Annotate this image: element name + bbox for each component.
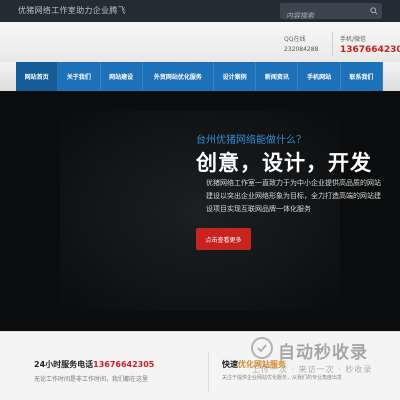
- nav-item-home[interactable]: 网站首页: [16, 62, 59, 91]
- nav-item-news[interactable]: 新闻资讯: [256, 62, 299, 91]
- qq-number: 232084288: [284, 46, 319, 53]
- nav-item-mobile-site[interactable]: 手机网站: [298, 62, 341, 91]
- promo-text: 关注于提供企业网站优化服务，从我们的专业角度出发: [222, 375, 343, 381]
- strip-divider: [208, 352, 209, 392]
- nav-item-seo-service[interactable]: 外贸网站优化服务: [143, 62, 214, 91]
- hotline-note: 无论工作时间是非工作时间，我们都在这里: [34, 376, 149, 383]
- promo-heading-b: 优化网站服务: [238, 360, 286, 369]
- hero-description: 优猪网络工作室一直致力于为中小企业提供高品质的网站建设以突出企业网络形象为目标，…: [206, 179, 381, 213]
- nav-item-web-building[interactable]: 网站建设: [101, 62, 143, 91]
- nav-item-contact[interactable]: 联系我们: [341, 62, 384, 91]
- phone-number: 13676642305: [340, 45, 400, 55]
- header-divider: [332, 32, 333, 56]
- qq-contact[interactable]: QQ在线 232084288: [284, 34, 318, 53]
- qq-label: QQ在线: [284, 36, 306, 43]
- phone-contact: 手机/微信 13676642305: [340, 34, 400, 55]
- hotline-label: 24小时服务电话: [34, 360, 94, 369]
- nav-item-about[interactable]: 关于我们: [58, 62, 101, 91]
- top-bar: 优猪网络工作室助力企业腾飞: [0, 0, 400, 24]
- main-nav: 网站首页 关于我们 网站建设 外贸网站优化服务 设计案例 新闻资讯 手机网站 联…: [16, 62, 384, 91]
- search-box[interactable]: [280, 3, 382, 24]
- nav-item-cases[interactable]: 设计案例: [214, 62, 257, 91]
- hero-banner: 台州优猪网络能做什么？ 创意，设计，开发 优猪网络工作室一直致力于为中小企业提供…: [0, 91, 400, 331]
- hero-headline: 创意，设计，开发: [196, 151, 372, 175]
- site-header: QQ在线 232084288 手机/微信 13676642305: [0, 22, 400, 62]
- hotline-number[interactable]: 13676642305: [93, 360, 154, 369]
- hotline-heading: 24小时服务电话13676642305: [34, 359, 154, 370]
- phone-label: 手机/微信: [340, 36, 367, 43]
- logo[interactable]: [16, 26, 136, 58]
- hero-question: 台州优猪网络能做什么？: [196, 135, 306, 146]
- promo-heading: 快速优化网站服务: [222, 359, 286, 370]
- contact-strip: 24小时服务电话13676642305 无论工作时间是非工作时间，我们都在这里 …: [0, 331, 400, 400]
- search-icon[interactable]: [370, 7, 378, 15]
- view-more-button[interactable]: 点击查看更多: [196, 228, 251, 250]
- nav-bar-background: 网站首页 关于我们 网站建设 外贸网站优化服务 设计案例 新闻资讯 手机网站 联…: [0, 62, 400, 91]
- site-slogan: 优猪网络工作室助力企业腾飞: [18, 6, 126, 15]
- promo-heading-a: 快速: [222, 360, 238, 369]
